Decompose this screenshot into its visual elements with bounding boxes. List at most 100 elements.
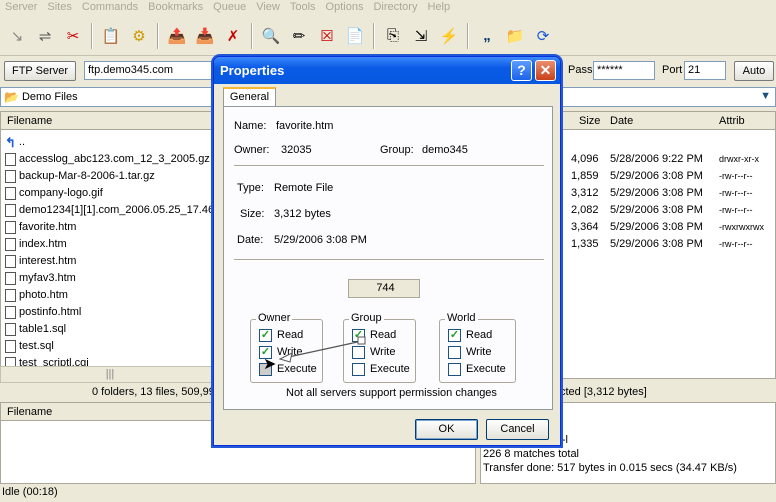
- menu-server[interactable]: Server: [0, 0, 42, 15]
- local-file-row[interactable]: photo.htm: [5, 287, 68, 304]
- ftp-server-button[interactable]: FTP Server: [4, 61, 76, 81]
- attrib-column-header[interactable]: Attrib: [715, 112, 745, 130]
- disconnect-icon[interactable]: ✂: [60, 21, 86, 51]
- delete-queue-icon[interactable]: ✗: [220, 21, 246, 51]
- folder-icon: 📂: [4, 89, 19, 104]
- local-folder-combo[interactable]: 📂 Demo Files: [0, 87, 220, 107]
- menu-bar: Server Sites Commands Bookmarks Queue Vi…: [0, 0, 776, 15]
- file-icon: [5, 306, 16, 319]
- remote-date-cell[interactable]: 5/29/2006 3:08 PM: [610, 236, 703, 253]
- port-input[interactable]: 21: [684, 61, 726, 80]
- local-file-name: postinfo.html: [19, 306, 82, 318]
- quote-icon[interactable]: „: [474, 21, 500, 51]
- pass-label: Pass: [568, 64, 593, 76]
- local-file-row[interactable]: demo1234[1][1].com_2006.05.25_17.46: [5, 202, 214, 219]
- filename-column-header[interactable]: Filename: [3, 112, 52, 130]
- local-file-name: company-logo.gif: [19, 187, 103, 199]
- remote-size-cell[interactable]: 3,312: [571, 185, 599, 202]
- menu-view[interactable]: View: [251, 0, 285, 15]
- sync-icon[interactable]: ⟳: [530, 21, 556, 51]
- local-folder-name: Demo Files: [21, 90, 78, 103]
- remote-size-cell[interactable]: 3,364: [571, 219, 599, 236]
- remote-date-cell[interactable]: 5/28/2006 9:22 PM: [610, 151, 703, 168]
- site-manager-icon[interactable]: 📋: [98, 21, 124, 51]
- remote-folder-combo[interactable]: ▼: [560, 87, 776, 107]
- pass-input[interactable]: ******: [593, 61, 655, 80]
- local-status: 0 folders, 13 files, 509,997: [0, 383, 220, 401]
- quick-connect-icon[interactable]: ⇌: [32, 21, 58, 51]
- file-icon: [5, 272, 16, 285]
- view-file-icon[interactable]: 🔍: [258, 21, 284, 51]
- date-column-header[interactable]: Date: [606, 112, 633, 130]
- remote-attrib-cell[interactable]: -rwxrwxrwx: [719, 219, 764, 236]
- properties-dialog: Properties ? ✕ General Name: favorite.ht…: [213, 56, 561, 446]
- local-file-row[interactable]: interest.htm: [5, 253, 76, 270]
- folder-icon[interactable]: 📁: [502, 21, 528, 51]
- local-file-name: favorite.htm: [19, 221, 77, 233]
- file-icon: [5, 153, 16, 166]
- transfer-icon[interactable]: ⎘: [380, 21, 406, 51]
- host-input[interactable]: ftp.demo345.com: [84, 61, 224, 80]
- menu-tools[interactable]: Tools: [285, 0, 321, 15]
- remote-attrib-cell[interactable]: -rw-r--r--: [719, 236, 752, 253]
- local-file-name: table1.sql: [19, 323, 67, 335]
- menu-options[interactable]: Options: [321, 0, 369, 15]
- local-file-row[interactable]: postinfo.html: [5, 304, 81, 321]
- remote-date-cell[interactable]: 5/29/2006 3:08 PM: [610, 202, 703, 219]
- menu-help[interactable]: Help: [422, 0, 455, 15]
- local-file-pane: Filename ↰.. accesslog_abc123.com_12_3_20…: [0, 111, 220, 379]
- download-icon[interactable]: 📥: [192, 21, 218, 51]
- up-arrow-icon: ↰: [5, 135, 16, 150]
- remote-file-pane: Size Date Attrib 4,096 5/28/2006 9:22 PM d…: [560, 111, 776, 379]
- remote-attrib-cell[interactable]: -rw-r--r--: [719, 202, 752, 219]
- local-file-row[interactable]: index.htm: [5, 236, 67, 253]
- menu-sites[interactable]: Sites: [42, 0, 76, 15]
- ok-button[interactable]: OK: [415, 419, 478, 440]
- local-file-row[interactable]: favorite.htm: [5, 219, 76, 236]
- remote-date-cell[interactable]: 5/29/2006 3:08 PM: [610, 168, 703, 185]
- remote-size-cell[interactable]: 4,096: [571, 151, 599, 168]
- remote-attrib-cell[interactable]: -rw-r--r--: [719, 185, 752, 202]
- local-file-name: index.htm: [19, 238, 67, 250]
- remote-size-cell[interactable]: 2,082: [571, 202, 599, 219]
- chevron-down-icon[interactable]: ▼: [760, 90, 771, 102]
- remote-attrib-cell[interactable]: -rw-r--r--: [719, 168, 752, 185]
- remote-date-cell[interactable]: 5/29/2006 3:08 PM: [610, 219, 703, 236]
- queue-filename-column-header[interactable]: Filename: [3, 403, 52, 421]
- connect-icon[interactable]: ↘: [4, 21, 30, 51]
- toolbar-separator: [251, 22, 253, 49]
- upload-icon[interactable]: 📤: [164, 21, 190, 51]
- delete-file-icon[interactable]: ☒: [314, 21, 340, 51]
- properties-icon[interactable]: 📄: [342, 21, 368, 51]
- local-file-name: accesslog_abc123.com_12_3_2005.gz: [19, 153, 210, 165]
- menu-bookmarks[interactable]: Bookmarks: [143, 0, 208, 15]
- menu-queue[interactable]: Queue: [208, 0, 251, 15]
- menu-directory[interactable]: Directory: [368, 0, 422, 15]
- local-file-name: test.sql: [19, 340, 54, 352]
- toolbar-separator: [91, 22, 93, 49]
- local-file-name: myfav3.htm: [19, 272, 76, 284]
- menu-commands[interactable]: Commands: [77, 0, 143, 15]
- local-file-row[interactable]: myfav3.htm: [5, 270, 76, 287]
- file-icon: [5, 204, 16, 217]
- refresh-icon[interactable]: ⚡: [436, 21, 462, 51]
- local-file-row[interactable]: backup-Mar-8-2006-1.tar.gz: [5, 168, 155, 185]
- remote-attrib-cell[interactable]: drwxr-xr-x: [719, 151, 759, 168]
- edit-file-icon[interactable]: ✏: [286, 21, 312, 51]
- cancel-button[interactable]: Cancel: [486, 419, 549, 440]
- settings-gear-icon[interactable]: ⚙: [126, 21, 152, 51]
- remote-date-cell[interactable]: 5/29/2006 3:08 PM: [610, 185, 703, 202]
- parent-dir-row[interactable]: ↰..: [5, 134, 25, 151]
- remote-size-cell[interactable]: 1,859: [571, 168, 599, 185]
- remote-size-cell[interactable]: 1,335: [571, 236, 599, 253]
- auto-button[interactable]: Auto: [734, 61, 774, 81]
- local-horizontal-scrollbar[interactable]: |||: [0, 366, 220, 383]
- local-file-row[interactable]: accesslog_abc123.com_12_3_2005.gz: [5, 151, 210, 168]
- file-icon: [5, 170, 16, 183]
- file-icon: [5, 221, 16, 234]
- local-file-row[interactable]: company-logo.gif: [5, 185, 103, 202]
- size-column-header[interactable]: Size: [575, 112, 600, 130]
- local-file-row[interactable]: table1.sql: [5, 321, 66, 338]
- rename-icon[interactable]: ⇲: [408, 21, 434, 51]
- local-file-row[interactable]: test.sql: [5, 338, 54, 355]
